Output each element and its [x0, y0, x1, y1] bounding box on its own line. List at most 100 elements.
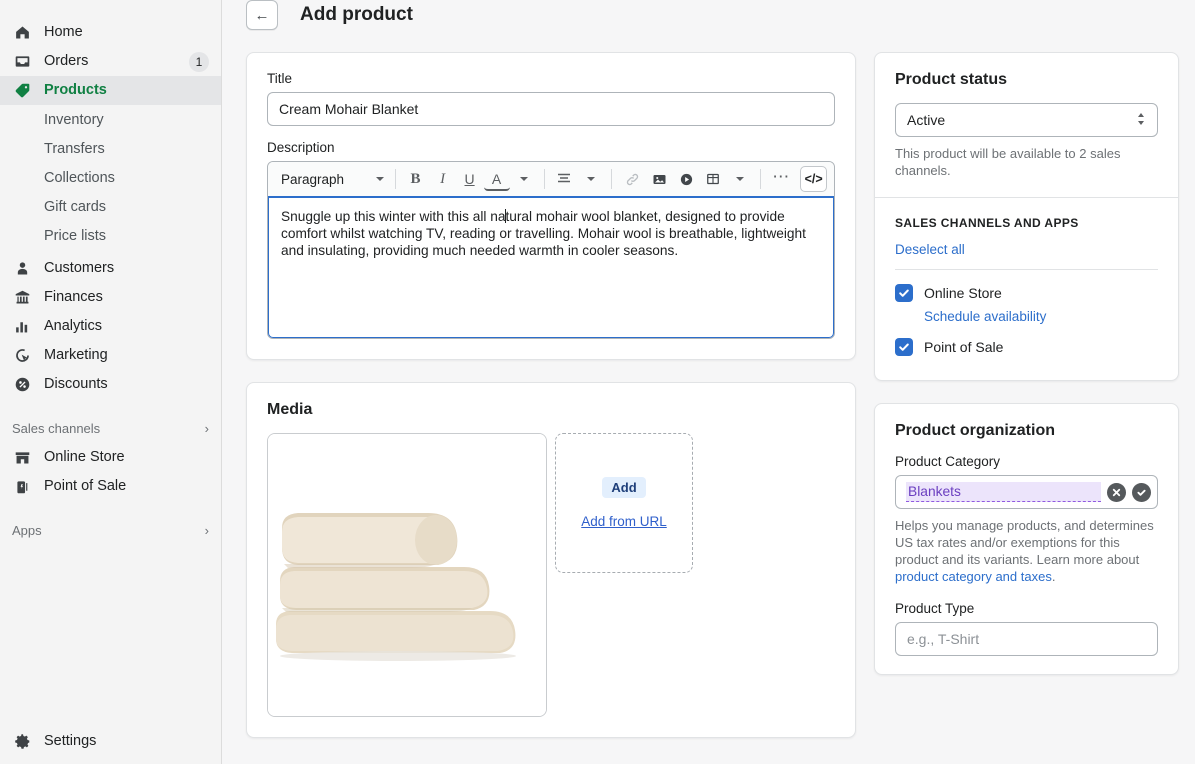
sidebar-item-label: Products	[44, 83, 209, 98]
sidebar-item-discounts[interactable]: Discounts	[0, 370, 221, 399]
sidebar-item-inventory[interactable]: Inventory	[0, 105, 221, 134]
channel-row-online-store[interactable]: Online Store	[895, 284, 1158, 302]
product-title-input[interactable]	[267, 92, 835, 126]
page-header: ← Add product	[222, 0, 1195, 30]
sidebar-item-home[interactable]: Home	[0, 18, 221, 47]
media-card: Media	[246, 382, 856, 738]
sidebar-item-label: Analytics	[44, 319, 209, 334]
product-category-value[interactable]: Blankets	[906, 482, 1101, 502]
sidebar: Home Orders 1 Products Inventory Transfe…	[0, 0, 222, 764]
table-icon[interactable]	[700, 166, 726, 192]
blanket-stack-image	[268, 434, 546, 716]
product-type-input[interactable]	[895, 622, 1158, 656]
product-status-title: Product status	[895, 71, 1158, 89]
product-status-card: Product status Active This product will …	[874, 52, 1179, 381]
schedule-availability-row: Schedule availability	[924, 308, 1158, 326]
analytics-bars-icon	[12, 317, 32, 337]
product-details-card: Title Description Paragraph B	[246, 52, 856, 360]
add-media-button[interactable]: Add	[602, 477, 645, 498]
code-view-icon[interactable]: </>	[800, 166, 827, 192]
align-icon[interactable]	[551, 166, 577, 192]
confirm-check-icon[interactable]	[1132, 483, 1151, 502]
sidebar-item-label: Customers	[44, 261, 209, 276]
schedule-availability-link[interactable]: Schedule availability	[924, 309, 1046, 324]
description-editor: Paragraph B I U A	[267, 161, 835, 339]
channel-row-point-of-sale[interactable]: Point of Sale	[895, 338, 1158, 356]
sales-channels-section-title: SALES CHANNELS AND APPS	[895, 216, 1158, 230]
link-icon[interactable]	[619, 166, 645, 192]
add-from-url-link[interactable]: Add from URL	[581, 514, 667, 529]
media-section-title: Media	[267, 401, 835, 419]
sidebar-item-price-lists[interactable]: Price lists	[0, 221, 221, 250]
sidebar-subitem-label: Transfers	[44, 141, 105, 157]
back-button[interactable]: ←	[246, 0, 278, 30]
sidebar-subitem-label: Price lists	[44, 228, 106, 244]
discounts-percent-icon	[12, 375, 32, 395]
sidebar-item-point-of-sale[interactable]: Point of Sale	[0, 472, 221, 501]
more-options-icon[interactable]: ⋯	[768, 166, 794, 192]
product-category-help-text: Helps you manage products, and determine…	[895, 517, 1158, 585]
media-dropzone[interactable]: Add Add from URL	[555, 433, 693, 573]
section-divider	[895, 269, 1158, 270]
sidebar-section-sales-channels[interactable]: Sales channels ›	[0, 413, 221, 443]
sidebar-section-apps[interactable]: Apps ›	[0, 515, 221, 545]
sidebar-item-orders[interactable]: Orders 1	[0, 47, 221, 76]
sidebar-item-label: Finances	[44, 290, 209, 305]
sidebar-item-label: Home	[44, 25, 209, 40]
description-text-before-caret: Snuggle up this winter with this all na	[281, 209, 505, 224]
category-help-text-a: Helps you manage products, and determine…	[895, 518, 1154, 567]
align-dropdown[interactable]	[578, 166, 604, 192]
image-icon[interactable]	[646, 166, 672, 192]
toolbar-divider	[544, 169, 545, 189]
table-dropdown[interactable]	[727, 166, 753, 192]
sidebar-item-settings[interactable]: Settings	[0, 726, 221, 756]
media-thumbnail[interactable]	[267, 433, 547, 717]
sidebar-item-products[interactable]: Products	[0, 76, 221, 105]
customers-person-icon	[12, 259, 32, 279]
product-status-select[interactable]: Active	[895, 103, 1158, 137]
sidebar-item-analytics[interactable]: Analytics	[0, 312, 221, 341]
finances-bank-icon	[12, 288, 32, 308]
text-color-icon[interactable]: A	[484, 169, 510, 191]
sidebar-item-transfers[interactable]: Transfers	[0, 134, 221, 163]
chevron-right-icon: ›	[205, 421, 209, 436]
gear-icon	[12, 731, 32, 751]
sidebar-item-label: Marketing	[44, 348, 209, 363]
block-format-dropdown[interactable]: Paragraph	[275, 166, 388, 192]
online-store-checkbox[interactable]	[895, 284, 913, 302]
category-help-text-b: .	[1052, 569, 1056, 584]
deselect-all-link[interactable]: Deselect all	[895, 242, 1158, 257]
online-store-icon	[12, 448, 32, 468]
product-type-label: Product Type	[895, 601, 1158, 616]
text-color-dropdown[interactable]	[511, 166, 537, 192]
sidebar-item-online-store[interactable]: Online Store	[0, 443, 221, 472]
clear-icon[interactable]	[1107, 483, 1126, 502]
point-of-sale-checkbox[interactable]	[895, 338, 913, 356]
sidebar-item-finances[interactable]: Finances	[0, 283, 221, 312]
video-icon[interactable]	[673, 166, 699, 192]
italic-icon[interactable]: I	[430, 166, 456, 192]
bold-icon[interactable]: B	[403, 166, 429, 192]
product-status-select-wrap: Active	[895, 103, 1158, 137]
page-title: Add product	[300, 4, 413, 26]
product-category-field[interactable]: Blankets	[895, 475, 1158, 509]
sidebar-subitem-label: Inventory	[44, 112, 104, 128]
sidebar-item-collections[interactable]: Collections	[0, 163, 221, 192]
sidebar-item-label: Point of Sale	[44, 479, 209, 494]
sidebar-item-label: Online Store	[44, 450, 209, 465]
sidebar-item-customers[interactable]: Customers	[0, 254, 221, 283]
sales-channels-header: Sales channels	[12, 421, 205, 436]
sidebar-spacer-2	[0, 501, 221, 515]
sidebar-subitem-label: Collections	[44, 170, 115, 186]
right-column: Product status Active This product will …	[874, 52, 1179, 760]
chevron-right-icon: ›	[205, 523, 209, 538]
product-category-taxes-link[interactable]: product category and taxes	[895, 569, 1052, 584]
sidebar-item-marketing[interactable]: Marketing	[0, 341, 221, 370]
sidebar-item-gift-cards[interactable]: Gift cards	[0, 192, 221, 221]
left-column: Title Description Paragraph B	[246, 52, 856, 760]
underline-icon[interactable]: U	[457, 166, 483, 192]
title-field-label: Title	[267, 71, 835, 86]
sidebar-spacer	[0, 399, 221, 413]
description-textarea[interactable]: Snuggle up this winter with this all nat…	[267, 196, 835, 339]
orders-count-badge: 1	[189, 52, 209, 72]
